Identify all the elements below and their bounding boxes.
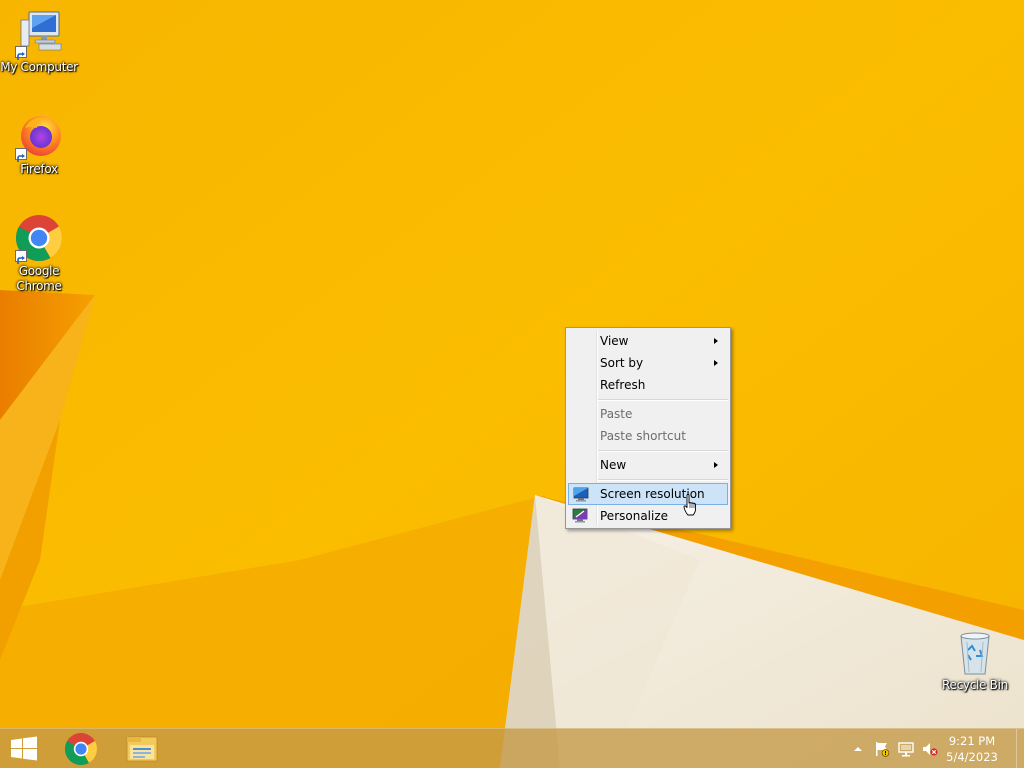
menu-item-label: Refresh — [600, 378, 646, 392]
menu-item-label: Personalize — [600, 509, 669, 523]
chrome-icon — [15, 214, 63, 264]
file-explorer-icon — [126, 736, 158, 762]
desktop-icon-recycle-bin[interactable]: Recycle Bin — [936, 628, 1014, 693]
menu-item-paste[interactable]: Paste — [568, 403, 728, 425]
menu-item-new[interactable]: New — [568, 454, 728, 476]
firefox-icon — [15, 112, 63, 162]
desktop-icon-my-computer[interactable]: My Computer — [0, 10, 78, 75]
volume-button[interactable] — [922, 741, 938, 757]
shortcut-arrow-icon — [15, 46, 27, 60]
taskbar-clock[interactable]: 9:21 PM 5/4/2023 — [942, 733, 1002, 765]
chevron-up-icon — [854, 747, 862, 751]
submenu-arrow-icon — [714, 338, 718, 344]
chrome-icon — [65, 733, 98, 766]
computer-icon — [15, 10, 63, 60]
menu-item-personalize[interactable]: Personalize — [568, 505, 728, 527]
menu-item-label: Screen resolution — [600, 487, 705, 501]
start-button[interactable] — [0, 731, 48, 767]
shortcut-arrow-icon — [15, 250, 27, 264]
menu-item-sort-by[interactable]: Sort by — [568, 352, 728, 374]
submenu-arrow-icon — [714, 462, 718, 468]
network-button[interactable] — [898, 741, 914, 757]
desktop-icon-label: Firefox — [20, 162, 58, 176]
network-icon — [898, 742, 914, 757]
taskbar-chrome-button[interactable] — [57, 731, 105, 767]
menu-item-label: Paste shortcut — [600, 429, 686, 443]
desktop-icon-google-chrome[interactable]: Google Chrome — [0, 214, 78, 294]
desktop-wallpaper[interactable] — [0, 0, 1024, 768]
action-center-button[interactable] — [874, 741, 890, 757]
menu-item-screen-resolution[interactable]: Screen resolution — [568, 483, 728, 505]
menu-item-label: Sort by — [600, 356, 644, 370]
desktop-context-menu: View Sort by Refresh Paste Paste shortcu… — [565, 327, 731, 529]
clock-time: 9:21 PM — [948, 734, 996, 748]
desktop-icon-firefox[interactable]: Firefox — [0, 112, 78, 177]
menu-item-paste-shortcut[interactable]: Paste shortcut — [568, 425, 728, 447]
desktop-icon-label: Google Chrome — [16, 264, 62, 293]
taskbar-file-explorer-button[interactable] — [118, 731, 166, 767]
menu-item-label: View — [600, 334, 629, 348]
desktop-icon-label: My Computer — [0, 60, 78, 74]
menu-item-label: New — [600, 458, 627, 472]
taskbar: 9:21 PM 5/4/2023 — [0, 728, 1024, 768]
shortcut-arrow-icon — [15, 148, 27, 162]
menu-separator — [598, 399, 728, 401]
volume-muted-icon — [923, 743, 938, 756]
show-desktop-button[interactable] — [1016, 729, 1024, 768]
display-settings-icon — [573, 486, 589, 502]
show-hidden-icons-button[interactable] — [850, 741, 866, 757]
windows-start-icon — [11, 736, 37, 761]
menu-item-refresh[interactable]: Refresh — [568, 374, 728, 396]
menu-separator — [598, 479, 728, 481]
action-center-flag-icon — [876, 742, 890, 757]
menu-item-view[interactable]: View — [568, 330, 728, 352]
clock-date: 5/4/2023 — [946, 750, 998, 764]
submenu-arrow-icon — [714, 360, 718, 366]
menu-item-label: Paste — [600, 407, 633, 421]
desktop-icon-label: Recycle Bin — [942, 678, 1008, 692]
recycle-bin-icon — [951, 628, 999, 676]
menu-separator — [598, 450, 728, 452]
personalize-icon — [572, 507, 588, 523]
